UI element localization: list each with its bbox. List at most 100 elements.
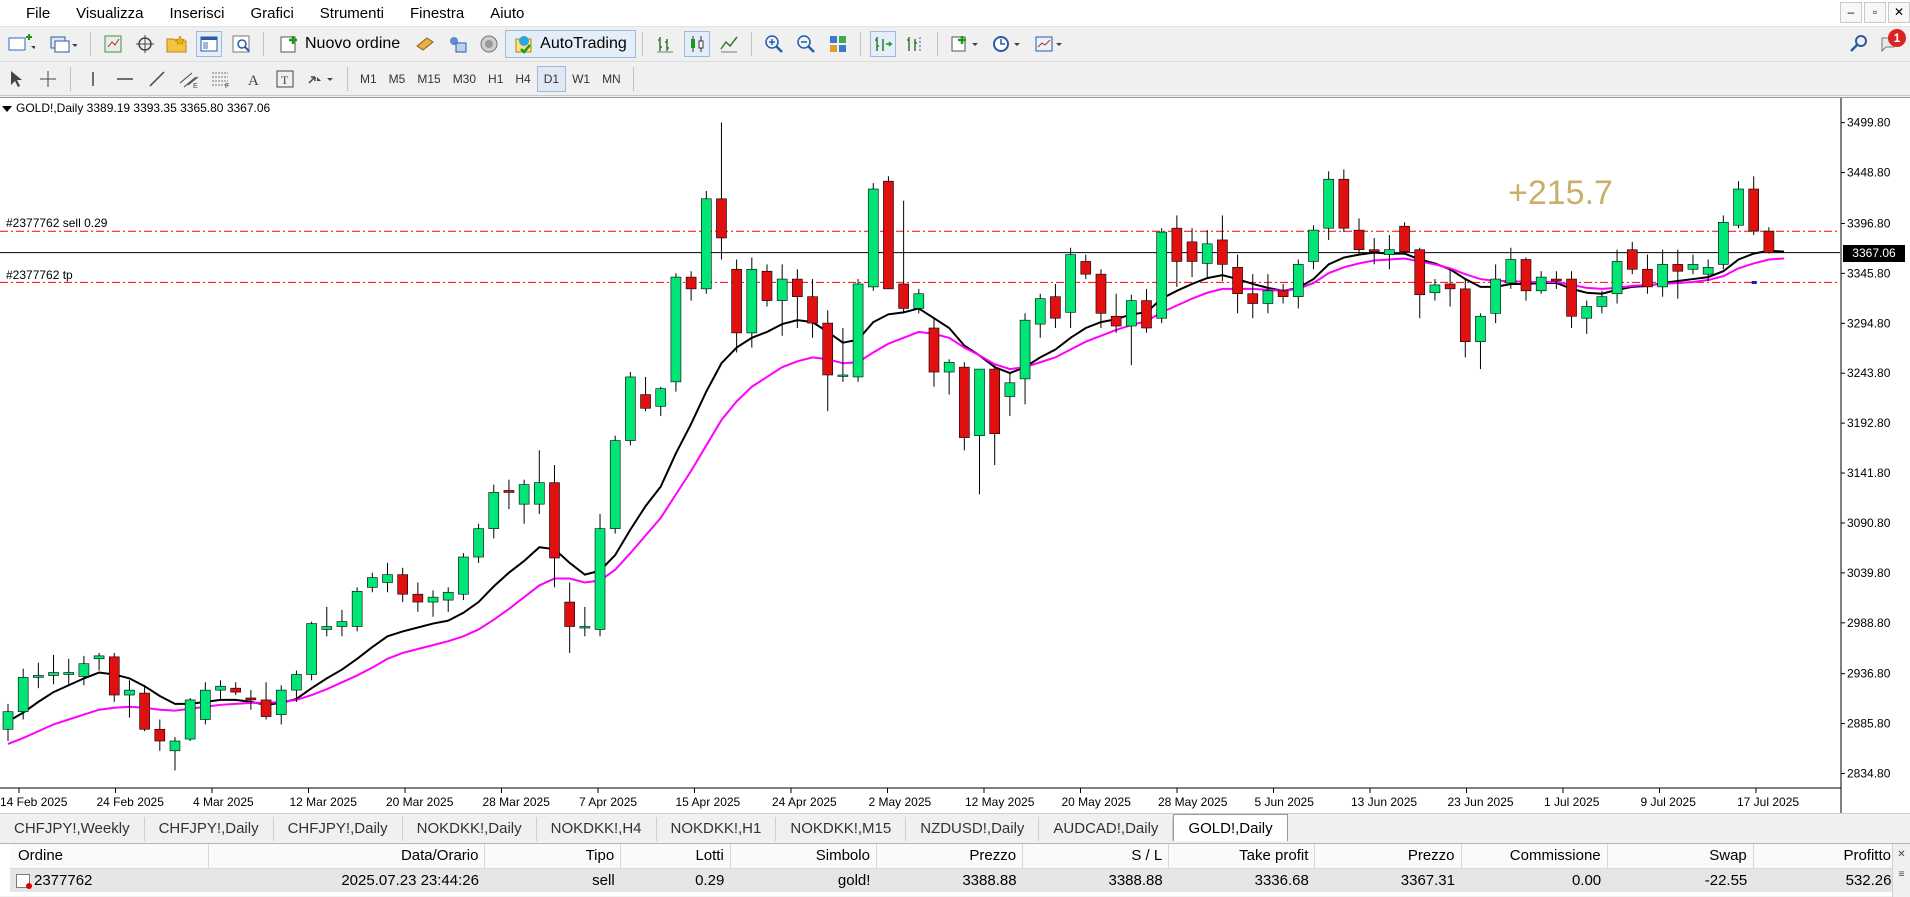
bullish-candle bbox=[670, 276, 682, 383]
autotrading-button[interactable]: AutoTrading bbox=[505, 30, 636, 58]
market-icon[interactable] bbox=[476, 31, 502, 57]
text-label-icon[interactable]: T bbox=[272, 66, 298, 92]
new-order-button[interactable]: Nuovo ordine bbox=[270, 30, 409, 58]
close-button[interactable]: ✕ bbox=[1888, 2, 1910, 23]
bullish-candle bbox=[700, 198, 712, 290]
svg-text:A: A bbox=[248, 73, 259, 89]
orders-panel: Ordine Data/Orario Tipo Lotti Simbolo Prezzo S… bbox=[0, 843, 1910, 897]
equidistant-channel-icon[interactable]: E bbox=[176, 66, 202, 92]
chart-tab[interactable]: CHFJPY!,Daily bbox=[274, 817, 403, 841]
column-header[interactable]: Swap bbox=[1607, 844, 1754, 869]
new-chart-icon[interactable] bbox=[3, 31, 39, 57]
search-icon[interactable] bbox=[1846, 31, 1872, 57]
indicators-icon[interactable] bbox=[947, 31, 983, 57]
autotrading-icon bbox=[515, 36, 532, 54]
chart-tab[interactable]: NOKDKK!,M15 bbox=[776, 817, 907, 841]
chart-shift-icon[interactable] bbox=[902, 31, 928, 57]
timeframe-h4[interactable]: H4 bbox=[509, 66, 536, 92]
panel-scroll[interactable]: ✕ ≡ bbox=[1892, 844, 1910, 897]
arrows-icon[interactable] bbox=[304, 66, 338, 92]
menu-tools[interactable]: Strumenti bbox=[304, 0, 394, 27]
signals-icon[interactable] bbox=[444, 31, 470, 57]
chart-tab[interactable]: CHFJPY!,Weekly bbox=[0, 817, 145, 841]
column-header[interactable]: Lotti bbox=[620, 844, 731, 869]
menu-view[interactable]: Visualizza bbox=[60, 0, 153, 27]
chart-tab[interactable]: CHFJPY!,Daily bbox=[145, 817, 274, 841]
collapse-triangle-icon[interactable] bbox=[2, 105, 12, 112]
zoom-out-icon[interactable] bbox=[793, 31, 819, 57]
timeframe-h1[interactable]: H1 bbox=[482, 66, 509, 92]
column-header[interactable]: S / L bbox=[1022, 844, 1170, 869]
fibonacci-icon[interactable]: F bbox=[208, 66, 234, 92]
strategy-tester-icon[interactable] bbox=[228, 31, 254, 57]
y-tick-label: 3039.80 bbox=[1847, 566, 1891, 580]
restore-button[interactable]: ▫ bbox=[1864, 2, 1886, 23]
candlestick-chart-icon[interactable] bbox=[683, 31, 710, 57]
chart-window[interactable]: 3499.80 3448.80 3396.80 3345.80 3294.80 3243.… bbox=[0, 97, 1910, 814]
favorites-folder-icon[interactable] bbox=[164, 31, 190, 57]
timeframe-m1[interactable]: M1 bbox=[354, 66, 383, 92]
bearish-candle bbox=[397, 574, 408, 595]
market-watch-icon[interactable] bbox=[100, 31, 126, 57]
chart-tab[interactable]: GOLD!,Daily bbox=[1173, 814, 1288, 841]
panel-menu-icon[interactable]: ≡ bbox=[1893, 866, 1910, 884]
column-header[interactable]: Commissione bbox=[1461, 844, 1608, 869]
menu-file[interactable]: File bbox=[0, 0, 60, 27]
column-header[interactable]: Ordine bbox=[10, 844, 209, 869]
templates-icon[interactable] bbox=[1031, 31, 1067, 57]
menu-charts[interactable]: Grafici bbox=[234, 0, 303, 27]
column-header[interactable]: Data/Orario bbox=[208, 844, 486, 869]
column-header[interactable]: Take profit bbox=[1168, 844, 1316, 869]
toolbar-separator bbox=[750, 32, 752, 56]
crosshair-icon[interactable] bbox=[35, 66, 61, 92]
timeframe-m5[interactable]: M5 bbox=[383, 66, 412, 92]
bullish-candle bbox=[655, 388, 667, 407]
bearish-candle bbox=[1414, 249, 1426, 296]
text-icon[interactable]: A bbox=[240, 66, 266, 92]
timeframe-mn[interactable]: MN bbox=[596, 66, 627, 92]
metaeditor-icon[interactable] bbox=[412, 31, 438, 57]
tile-windows-icon[interactable] bbox=[825, 31, 851, 57]
cursor-icon[interactable] bbox=[3, 66, 29, 92]
chart-tab[interactable]: AUDCAD!,Daily bbox=[1039, 817, 1174, 841]
price-chart[interactable]: 3499.80 3448.80 3396.80 3345.80 3294.80 3243.… bbox=[0, 98, 1910, 814]
timeframe-m15[interactable]: M15 bbox=[411, 66, 446, 92]
timeframe-d1[interactable]: D1 bbox=[536, 65, 567, 92]
trendline-icon[interactable] bbox=[144, 66, 170, 92]
timeframe-m30[interactable]: M30 bbox=[447, 66, 482, 92]
bullish-candle bbox=[1065, 254, 1076, 313]
minimize-button[interactable]: – bbox=[1840, 2, 1862, 23]
timeframe-w1[interactable]: W1 bbox=[566, 66, 596, 92]
menu-insert[interactable]: Inserisci bbox=[153, 0, 234, 27]
bar-chart-icon[interactable] bbox=[652, 31, 678, 57]
menu-window[interactable]: Finestra bbox=[394, 0, 474, 27]
y-tick-label: 2936.80 bbox=[1847, 667, 1891, 681]
y-tick-label: 3448.80 bbox=[1847, 166, 1891, 180]
cell-value: gold! bbox=[837, 871, 871, 889]
table-row[interactable]: 2377762 2025.07.23 23:44:26 sell 0.29 gold! 3… bbox=[10, 868, 1898, 892]
column-header[interactable]: Simbolo bbox=[730, 844, 877, 869]
navigator-icon[interactable] bbox=[132, 31, 158, 57]
column-header[interactable]: Prezzo bbox=[1314, 844, 1462, 869]
horizontal-line-icon[interactable] bbox=[112, 66, 138, 92]
zoom-in-icon[interactable] bbox=[761, 31, 787, 57]
profiles-icon[interactable] bbox=[45, 31, 81, 57]
chart-tab[interactable]: NZDUSD!,Daily bbox=[906, 817, 1040, 841]
y-tick-label: 3294.80 bbox=[1847, 316, 1891, 330]
periods-icon[interactable] bbox=[989, 31, 1025, 57]
chart-tab[interactable]: NOKDKK!,H1 bbox=[657, 817, 777, 841]
line-chart-icon[interactable] bbox=[716, 31, 742, 57]
column-header[interactable]: Prezzo bbox=[876, 844, 1024, 869]
sell-order-icon bbox=[16, 873, 32, 889]
terminal-window-icon[interactable] bbox=[196, 31, 222, 57]
column-header[interactable]: Profitto bbox=[1753, 844, 1899, 869]
panel-close-icon[interactable]: ✕ bbox=[1893, 844, 1910, 866]
notifications-icon[interactable]: 1 bbox=[1878, 29, 1906, 57]
bullish-candle bbox=[943, 361, 955, 373]
vertical-line-icon[interactable] bbox=[80, 66, 106, 92]
auto-scroll-icon[interactable] bbox=[869, 31, 896, 57]
chart-tab[interactable]: NOKDKK!,H4 bbox=[537, 817, 657, 841]
chart-tab[interactable]: NOKDKK!,Daily bbox=[403, 817, 537, 841]
column-header[interactable]: Tipo bbox=[484, 844, 622, 869]
menu-help[interactable]: Aiuto bbox=[474, 0, 534, 27]
